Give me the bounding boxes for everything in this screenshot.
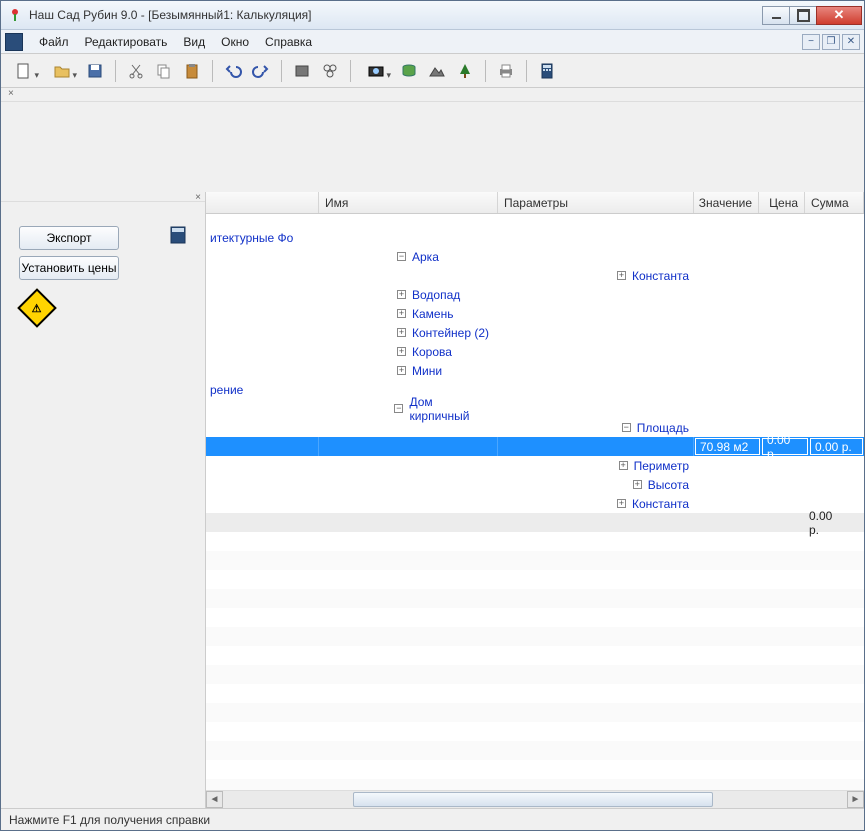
expand-icon[interactable]: +	[397, 290, 406, 299]
collapse-icon[interactable]: −	[394, 404, 403, 413]
statusbar: Нажмите F1 для получения справки	[1, 808, 864, 830]
calc-small-icon	[169, 226, 187, 247]
minimize-button[interactable]	[762, 6, 790, 25]
mdi-minimize-button[interactable]: −	[802, 34, 820, 50]
scroll-left-button[interactable]: ◄	[206, 791, 223, 808]
resource-button[interactable]	[397, 59, 421, 83]
scroll-track[interactable]	[223, 791, 847, 808]
horizontal-scrollbar[interactable]: ◄ ►	[206, 790, 864, 808]
header-name[interactable]: Имя	[319, 192, 498, 213]
copy-button[interactable]	[152, 59, 176, 83]
param-row[interactable]: +Периметр	[206, 456, 864, 475]
item-row[interactable]: +Корова	[206, 342, 864, 361]
category-row[interactable]: рение	[206, 380, 864, 399]
collapse-icon[interactable]: −	[622, 423, 631, 432]
set-prices-button[interactable]: Установить цены	[19, 256, 119, 280]
titlebar: Наш Сад Рубин 9.0 - [Безымянный1: Кальку…	[1, 1, 864, 30]
open-button[interactable]	[45, 59, 79, 83]
expand-icon[interactable]: +	[397, 309, 406, 318]
menu-window[interactable]: Окно	[213, 32, 257, 52]
expand-icon[interactable]: +	[617, 271, 626, 280]
tree-button[interactable]	[453, 59, 477, 83]
window-title: Наш Сад Рубин 9.0 - [Безымянный1: Кальку…	[29, 8, 763, 22]
expand-icon[interactable]: +	[619, 461, 628, 470]
grid-body: итектурные Фо −Арка +Константа +Водопад	[206, 214, 864, 790]
calculator-button[interactable]	[535, 59, 559, 83]
total-row: 0.00 р.	[206, 513, 864, 532]
mdi-restore-button[interactable]: ❐	[822, 34, 840, 50]
calculation-grid: Имя Параметры Значение Цена Сумма итекту…	[206, 192, 864, 808]
param-row[interactable]: +Константа	[206, 494, 864, 513]
toolbar	[1, 54, 864, 88]
paste-button[interactable]	[180, 59, 204, 83]
save-button[interactable]	[83, 59, 107, 83]
menubar: Файл Редактировать Вид Окно Справка − ❐ …	[1, 30, 864, 54]
expand-icon[interactable]: +	[617, 499, 626, 508]
side-panel: × Экспорт Установить цены ⚠	[1, 192, 206, 808]
param-row[interactable]: +Высота	[206, 475, 864, 494]
param-row[interactable]: −Площадь	[206, 418, 864, 437]
header-price[interactable]: Цена	[759, 192, 805, 213]
terrain-button[interactable]	[425, 59, 449, 83]
scroll-right-button[interactable]: ►	[847, 791, 864, 808]
cut-button[interactable]	[124, 59, 148, 83]
item-row[interactable]: −Дом кирпичный	[206, 399, 864, 418]
collapse-icon[interactable]: −	[397, 252, 406, 261]
expand-icon[interactable]: +	[397, 366, 406, 375]
menu-help[interactable]: Справка	[257, 32, 320, 52]
header-value[interactable]: Значение	[694, 192, 759, 213]
grid-header: Имя Параметры Значение Цена Сумма	[206, 192, 864, 214]
window-controls: ✕	[763, 6, 862, 25]
close-button[interactable]: ✕	[816, 6, 862, 25]
warning-sign-icon[interactable]: ⚠	[17, 288, 57, 328]
expand-icon[interactable]: +	[397, 328, 406, 337]
item-row[interactable]: +Контейнер (2)	[206, 323, 864, 342]
menu-view[interactable]: Вид	[175, 32, 213, 52]
set-prices-button-label: Установить цены	[22, 261, 117, 275]
menu-edit[interactable]: Редактировать	[77, 32, 176, 52]
maximize-button[interactable]	[789, 6, 817, 25]
dock-strip: ×	[1, 88, 864, 102]
sidepanel-close-icon[interactable]: ×	[195, 192, 201, 201]
statusbar-hint: Нажмите F1 для получения справки	[9, 813, 210, 827]
menu-file[interactable]: Файл	[31, 32, 77, 52]
mdi-close-button[interactable]: ✕	[842, 34, 860, 50]
new-button[interactable]	[7, 59, 41, 83]
selected-value-row[interactable]: 70.98 м2 0.00 р. 0.00 р.	[206, 437, 864, 456]
print-button[interactable]	[494, 59, 518, 83]
scroll-thumb[interactable]	[353, 792, 713, 807]
app-icon	[7, 7, 23, 23]
header-params[interactable]: Параметры	[498, 192, 694, 213]
mdi-controls: − ❐ ✕	[800, 34, 860, 50]
empty-rows	[206, 532, 864, 790]
category-row[interactable]: итектурные Фо	[206, 228, 864, 247]
item-row[interactable]: −Арка	[206, 247, 864, 266]
upper-empty-pane	[1, 102, 864, 192]
flowerbed-button[interactable]	[318, 59, 342, 83]
undo-button[interactable]	[221, 59, 245, 83]
redo-button[interactable]	[249, 59, 273, 83]
main-area: × Экспорт Установить цены ⚠ Имя	[1, 192, 864, 808]
header-tree[interactable]	[206, 192, 319, 213]
item-row[interactable]: +Мини	[206, 361, 864, 380]
encyclopedia-button[interactable]	[290, 59, 314, 83]
app-window: Наш Сад Рубин 9.0 - [Безымянный1: Кальку…	[0, 0, 865, 831]
expand-icon[interactable]: +	[633, 480, 642, 489]
item-row[interactable]: +Водопад	[206, 285, 864, 304]
photo-button[interactable]	[359, 59, 393, 83]
param-row[interactable]: +Константа	[206, 266, 864, 285]
header-sum[interactable]: Сумма	[805, 192, 864, 213]
mdi-app-icon	[5, 33, 23, 51]
expand-icon[interactable]: +	[397, 347, 406, 356]
item-row[interactable]: +Камень	[206, 304, 864, 323]
dock-close-icon[interactable]: ×	[5, 88, 17, 99]
export-button[interactable]: Экспорт	[19, 226, 119, 250]
export-button-label: Экспорт	[46, 231, 91, 245]
